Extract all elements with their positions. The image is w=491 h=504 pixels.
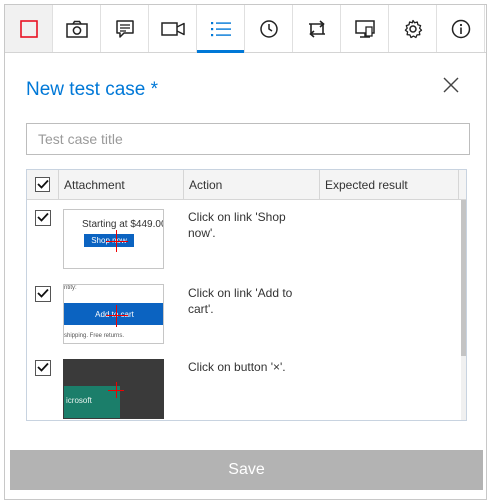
checkmark-icon bbox=[37, 285, 49, 303]
thumbnail-text: shipping. Free returns. bbox=[64, 333, 125, 339]
step-screenshot-thumbnail[interactable]: Starting at $449.00 Shop now bbox=[63, 209, 164, 269]
column-header-attachment[interactable]: Attachment bbox=[59, 170, 184, 199]
step-screenshot-thumbnail[interactable]: ntity: Add to cart shipping. Free return… bbox=[63, 284, 164, 344]
table-row[interactable]: ntity: Add to cart shipping. Free return… bbox=[27, 280, 460, 356]
test-case-title-input[interactable] bbox=[26, 123, 470, 155]
settings-button[interactable] bbox=[389, 5, 437, 52]
table-row[interactable]: Starting at $449.00 Shop now Click on li… bbox=[27, 200, 460, 280]
grid-rows: Starting at $449.00 Shop now Click on li… bbox=[27, 200, 460, 420]
test-runner-panel: New test case * Attachment Action Expect… bbox=[4, 4, 487, 500]
save-button[interactable]: Save bbox=[10, 450, 483, 490]
dialog-title: New test case * bbox=[26, 79, 158, 100]
column-header-expected-result[interactable]: Expected result bbox=[320, 170, 459, 199]
device-button[interactable] bbox=[341, 5, 389, 52]
toolbar bbox=[5, 5, 486, 53]
about-button[interactable] bbox=[437, 5, 485, 52]
camera-icon bbox=[65, 20, 88, 38]
device-icon bbox=[354, 19, 376, 39]
gear-icon bbox=[403, 19, 423, 39]
close-icon bbox=[443, 77, 459, 98]
table-row[interactable]: icrosoft Click on button '×'. bbox=[27, 356, 460, 420]
row-checkbox[interactable] bbox=[35, 360, 51, 376]
clock-icon bbox=[259, 19, 279, 39]
screenshot-button[interactable] bbox=[53, 5, 101, 52]
row-checkbox[interactable] bbox=[35, 210, 51, 226]
sync-button[interactable] bbox=[293, 5, 341, 52]
row-checkbox[interactable] bbox=[35, 286, 51, 302]
note-button[interactable] bbox=[101, 5, 149, 52]
video-icon bbox=[160, 21, 185, 37]
stop-icon bbox=[19, 19, 38, 38]
step-screenshot-thumbnail[interactable]: icrosoft bbox=[63, 359, 164, 419]
scrollbar-thumb[interactable] bbox=[461, 200, 466, 356]
step-action[interactable]: Click on link 'Add to cart'. bbox=[188, 285, 308, 317]
stop-button[interactable] bbox=[5, 5, 53, 52]
comment-icon bbox=[115, 19, 135, 39]
test-steps-button[interactable] bbox=[197, 5, 245, 53]
select-all-cell bbox=[27, 170, 59, 199]
thumbnail-text: ntity: bbox=[64, 285, 77, 291]
sync-icon bbox=[306, 19, 328, 39]
click-marker bbox=[106, 315, 128, 316]
select-all-checkbox[interactable] bbox=[35, 177, 50, 192]
info-icon bbox=[451, 19, 471, 39]
step-action[interactable]: Click on button '×'. bbox=[188, 359, 308, 375]
click-marker bbox=[108, 390, 124, 391]
thumbnail-button: Add to cart bbox=[64, 303, 163, 325]
record-video-button[interactable] bbox=[149, 5, 197, 52]
timeline-button[interactable] bbox=[245, 5, 293, 52]
close-button[interactable] bbox=[439, 75, 463, 99]
click-marker bbox=[106, 241, 128, 242]
click-marker bbox=[116, 305, 117, 327]
steps-grid: Attachment Action Expected result Starti… bbox=[26, 169, 467, 421]
test-steps-icon bbox=[210, 20, 232, 38]
column-header-action[interactable]: Action bbox=[184, 170, 320, 199]
checkmark-icon bbox=[37, 359, 49, 377]
checkmark-icon bbox=[36, 176, 49, 194]
step-action[interactable]: Click on link 'Shop now'. bbox=[188, 209, 308, 241]
thumbnail-text: Starting at $449.00 bbox=[82, 219, 164, 230]
grid-header: Attachment Action Expected result bbox=[27, 170, 466, 200]
grid-scrollbar[interactable] bbox=[461, 200, 466, 420]
checkmark-icon bbox=[37, 209, 49, 227]
